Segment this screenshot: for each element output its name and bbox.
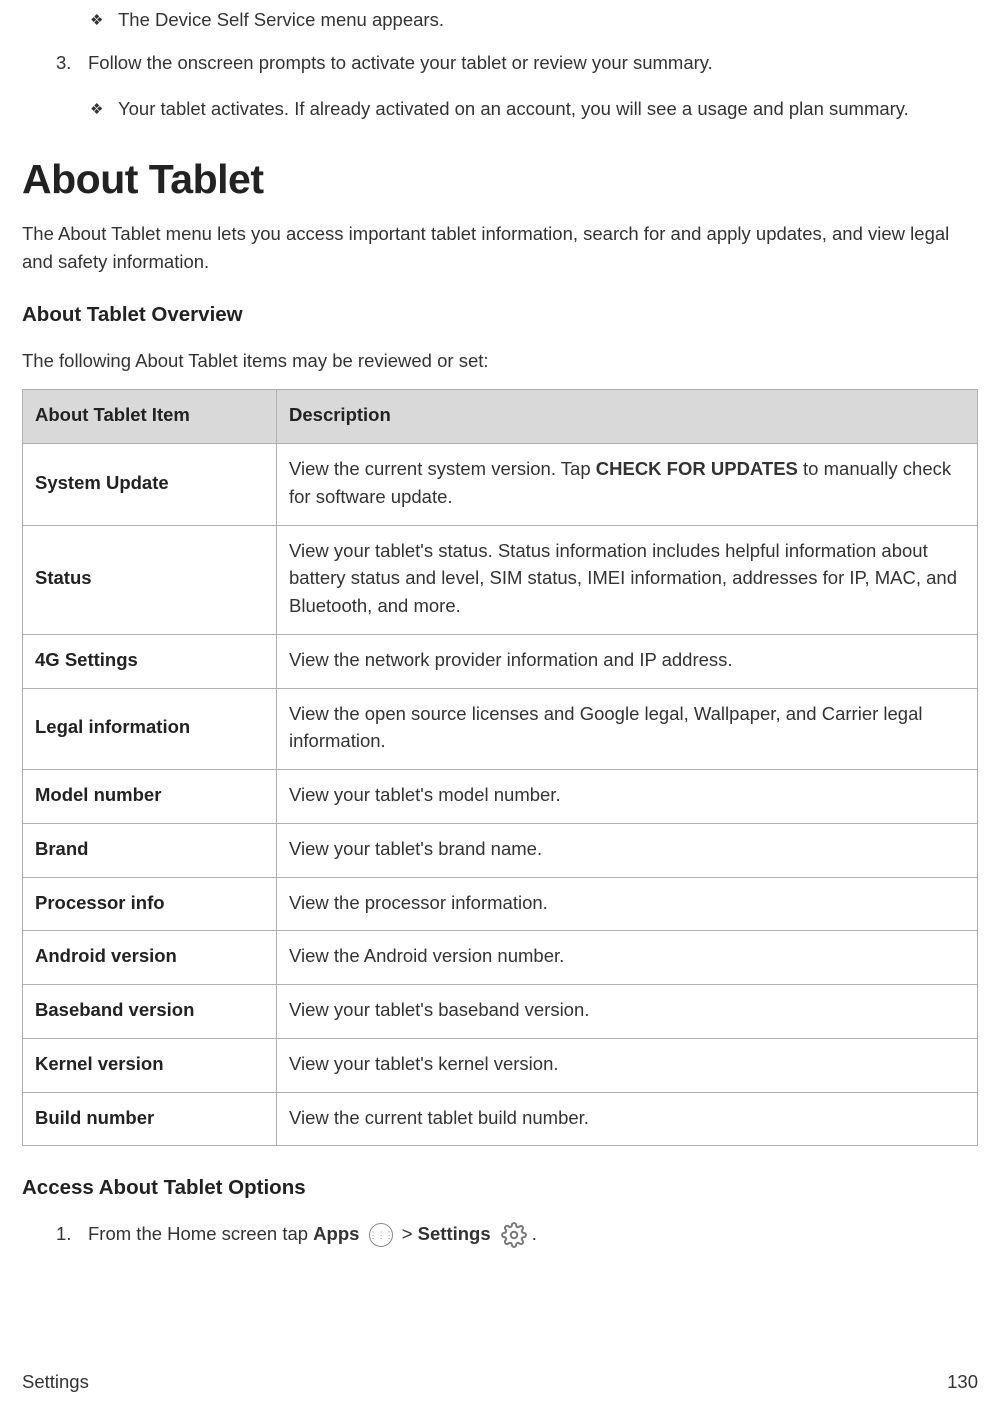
footer-page-number: 130 <box>947 1368 978 1397</box>
bullet-item: ❖ The Device Self Service menu appears. <box>90 6 978 35</box>
settings-label: Settings <box>418 1223 491 1244</box>
table-row: Android version View the Android version… <box>23 931 978 985</box>
item-cell: Android version <box>23 931 277 985</box>
item-cell: Baseband version <box>23 985 277 1039</box>
desc-cell: View the Android version number. <box>277 931 978 985</box>
desc-cell: View your tablet's model number. <box>277 770 978 824</box>
ordered-step-3: 3. Follow the onscreen prompts to activa… <box>56 49 978 78</box>
ordered-step-1: 1. From the Home screen tap Apps ⋮⋮⋮ > S… <box>56 1220 978 1249</box>
text-pre: From the Home screen tap <box>88 1223 313 1244</box>
table-row: Baseband version View your tablet's base… <box>23 985 978 1039</box>
col-header-description: Description <box>277 390 978 444</box>
table-row: Processor info View the processor inform… <box>23 877 978 931</box>
item-cell: Processor info <box>23 877 277 931</box>
intro-paragraph: The About Tablet menu lets you access im… <box>22 220 978 277</box>
table-header-row: About Tablet Item Description <box>23 390 978 444</box>
desc-cell: View the current tablet build number. <box>277 1092 978 1146</box>
desc-cell: View the open source licenses and Google… <box>277 688 978 770</box>
footer-section: Settings <box>22 1368 89 1397</box>
desc-cell: View your tablet's status. Status inform… <box>277 525 978 634</box>
apps-icon: ⋮⋮⋮ <box>369 1223 393 1247</box>
table-row: Brand View your tablet's brand name. <box>23 823 978 877</box>
about-tablet-table: About Tablet Item Description System Upd… <box>22 389 978 1146</box>
overview-lead: The following About Tablet items may be … <box>22 347 978 376</box>
col-header-item: About Tablet Item <box>23 390 277 444</box>
heading-overview: About Tablet Overview <box>22 299 978 331</box>
table-row: Kernel version View your tablet's kernel… <box>23 1038 978 1092</box>
table-row: Model number View your tablet's model nu… <box>23 770 978 824</box>
item-cell: 4G Settings <box>23 634 277 688</box>
step-number: 3. <box>56 49 88 78</box>
step-text: Follow the onscreen prompts to activate … <box>88 49 713 78</box>
table-row: 4G Settings View the network provider in… <box>23 634 978 688</box>
breadcrumb-sep: > <box>397 1223 418 1244</box>
table-row: Legal information View the open source l… <box>23 688 978 770</box>
apps-label: Apps <box>313 1223 359 1244</box>
desc-cell: View the network provider information an… <box>277 634 978 688</box>
text-end: . <box>532 1223 537 1244</box>
desc-cell: View your tablet's kernel version. <box>277 1038 978 1092</box>
heading-access-options: Access About Tablet Options <box>22 1172 978 1204</box>
step-number: 1. <box>56 1220 88 1249</box>
bullet-item: ❖ Your tablet activates. If already acti… <box>90 95 978 124</box>
desc-cell: View the current system version. Tap CHE… <box>277 444 978 526</box>
desc-pre: View the current system version. Tap <box>289 458 596 479</box>
table-row: Build number View the current tablet bui… <box>23 1092 978 1146</box>
item-cell: Brand <box>23 823 277 877</box>
item-cell: Build number <box>23 1092 277 1146</box>
item-cell: Kernel version <box>23 1038 277 1092</box>
table-row: Status View your tablet's status. Status… <box>23 525 978 634</box>
bullet-text: Your tablet activates. If already activa… <box>118 95 909 124</box>
desc-cell: View the processor information. <box>277 877 978 931</box>
desc-cell: View your tablet's brand name. <box>277 823 978 877</box>
step-text: From the Home screen tap Apps ⋮⋮⋮ > Sett… <box>88 1220 537 1249</box>
item-cell: Legal information <box>23 688 277 770</box>
page-footer: Settings 130 <box>22 1368 978 1397</box>
desc-cell: View your tablet's baseband version. <box>277 985 978 1039</box>
settings-icon <box>500 1221 528 1249</box>
desc-bold: CHECK FOR UPDATES <box>596 458 798 479</box>
diamond-bullet-icon: ❖ <box>90 6 118 32</box>
diamond-bullet-icon: ❖ <box>90 95 118 121</box>
bullet-text: The Device Self Service menu appears. <box>118 6 444 35</box>
table-row: System Update View the current system ve… <box>23 444 978 526</box>
heading-about-tablet: About Tablet <box>22 148 978 212</box>
item-cell: Model number <box>23 770 277 824</box>
item-cell: Status <box>23 525 277 634</box>
item-cell: System Update <box>23 444 277 526</box>
